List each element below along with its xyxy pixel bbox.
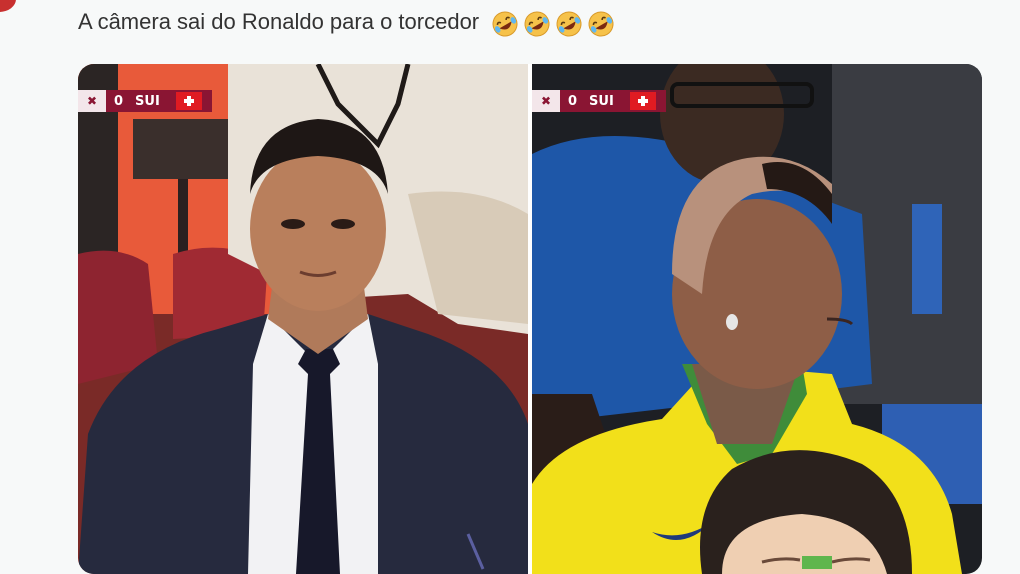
scorebug-panel: 0 SUI	[106, 90, 212, 112]
media-frame[interactable]: ✖ 0 SUI ✖ 0 SUI	[78, 64, 982, 574]
rolling-on-floor-laughing-icon	[556, 11, 582, 37]
scorebug-team: SUI	[135, 93, 160, 109]
rolling-on-floor-laughing-icon	[524, 11, 550, 37]
scorebug-panel: 0 SUI	[560, 90, 666, 112]
scorebug-emblem-icon: ✖	[78, 90, 106, 112]
post-text: A câmera sai do Ronaldo para o torcedor	[78, 8, 619, 38]
scorebug-left: ✖ 0 SUI	[78, 90, 212, 112]
photo-left[interactable]: ✖ 0 SUI	[78, 64, 528, 574]
scorebug-score: 0	[568, 93, 578, 109]
left-photo-image	[78, 64, 528, 574]
rolling-on-floor-laughing-icon	[588, 11, 614, 37]
right-photo-image	[532, 64, 982, 574]
photo-right[interactable]: ✖ 0 SUI	[532, 64, 982, 574]
rolling-on-floor-laughing-icon	[492, 11, 518, 37]
swiss-flag-icon	[173, 90, 204, 112]
post-caption: A câmera sai do Ronaldo para o torcedor	[78, 9, 480, 34]
swiss-flag-icon	[627, 90, 658, 112]
scorebug-score: 0	[114, 93, 124, 109]
scorebug-team: SUI	[589, 93, 614, 109]
scorebug-right: ✖ 0 SUI	[532, 90, 666, 112]
emoji-row	[491, 9, 619, 38]
avatar[interactable]	[0, 0, 16, 12]
scorebug-emblem-icon: ✖	[532, 90, 560, 112]
